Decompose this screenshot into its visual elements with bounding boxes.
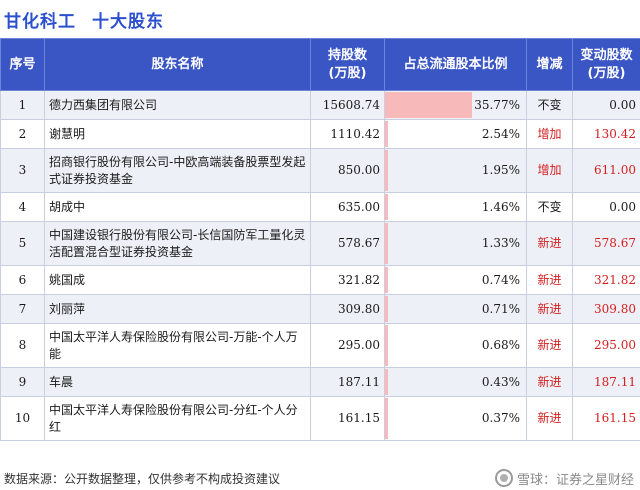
- table-row: 1 德力西集团有限公司 15608.74 35.77% 不变 0.00: [0, 90, 640, 120]
- column-header-shares: 持股数 (万股): [310, 38, 385, 91]
- change-status: 增加: [526, 119, 573, 149]
- shares-held: 15608.74: [310, 90, 385, 120]
- change-shares: 611.00: [572, 148, 640, 193]
- ratio-value: 1.95%: [481, 163, 520, 177]
- row-index: 2: [0, 119, 45, 149]
- shares-held: 850.00: [310, 148, 385, 193]
- table-row: 6 姚国成 321.82 0.74% 新进 321.82: [0, 265, 640, 295]
- ratio-value: 0.37%: [481, 411, 520, 425]
- ratio-cell: 0.68%: [384, 323, 527, 368]
- shareholder-name: 谢慧明: [44, 119, 311, 149]
- shareholder-name: 胡成中: [44, 192, 311, 222]
- change-shares: 161.15: [572, 396, 640, 441]
- table-row: 9 车晨 187.11 0.43% 新进 187.11: [0, 367, 640, 397]
- snowball-icon: [494, 469, 513, 487]
- change-status: 不变: [526, 90, 573, 120]
- data-source-note: 数据来源：公开数据整理，仅供参考不构成投资建议: [4, 471, 281, 486]
- shareholder-name: 车晨: [44, 367, 311, 397]
- ratio-cell: 1.33%: [384, 221, 527, 266]
- shares-held: 321.82: [310, 265, 385, 295]
- ratio-cell: 1.46%: [384, 192, 527, 222]
- change-shares: 0.00: [572, 192, 640, 222]
- shares-held: 161.15: [310, 396, 385, 441]
- change-shares: 295.00: [572, 323, 640, 368]
- company-name: 甘化科工: [4, 11, 76, 32]
- ratio-value: 2.54%: [481, 126, 520, 141]
- change-status: 新进: [526, 367, 573, 397]
- shareholder-table: 序号 股东名称 持股数 (万股) 占总流通股本比例 增减 变动股数 (万股) 1…: [0, 38, 640, 441]
- ratio-value: 1.46%: [481, 199, 520, 214]
- table-row: 4 胡成中 635.00 1.46% 不变 0.00: [0, 192, 640, 222]
- shares-held: 1110.42: [310, 119, 385, 149]
- ratio-cell: 2.54%: [384, 119, 527, 149]
- change-status: 新进: [526, 396, 573, 441]
- shareholder-name: 德力西集团有限公司: [44, 90, 311, 120]
- change-status: 增加: [526, 148, 573, 193]
- table-row: 8 中国太平洋人寿保险股份有限公司-万能-个人万能 295.00 0.68% 新进 295…: [0, 323, 640, 368]
- change-shares: 309.80: [572, 294, 640, 324]
- shareholder-name: 姚国成: [44, 265, 311, 295]
- change-shares: 321.82: [572, 265, 640, 295]
- shares-held: 295.00: [310, 323, 385, 368]
- ratio-value: 0.68%: [481, 338, 520, 352]
- shareholder-name: 招商银行股份有限公司-中欧高端装备股票型发起式证券投资基金: [44, 148, 311, 193]
- brand-label: 雪球：证券之星财经: [516, 472, 634, 488]
- column-header-name: 股东名称: [44, 38, 311, 91]
- column-header-ratio: 占总流通股本比例: [384, 38, 527, 91]
- change-status: 不变: [526, 192, 573, 222]
- row-index: 7: [0, 294, 45, 324]
- change-status: 新进: [526, 221, 573, 266]
- title-bar: 甘化科工 十大股东: [0, 0, 640, 38]
- row-index: 8: [0, 323, 45, 368]
- shares-held: 635.00: [310, 192, 385, 222]
- table-row: 2 谢慧明 1110.42 2.54% 增加 130.42: [0, 119, 640, 149]
- shares-held: 187.11: [310, 367, 385, 397]
- ratio-value: 0.43%: [481, 374, 520, 389]
- row-index: 1: [0, 90, 45, 120]
- change-shares: 578.67: [572, 221, 640, 266]
- row-index: 9: [0, 367, 45, 397]
- row-index: 10: [0, 396, 45, 441]
- ratio-cell: 1.95%: [384, 148, 527, 193]
- footer: 数据来源：公开数据整理，仅供参考不构成投资建议 雪球：证券之星财经: [0, 466, 640, 490]
- column-header-delta: 变动股数 (万股): [572, 38, 640, 91]
- table-row: 5 中国建设银行股份有限公司-长信国防军工量化灵活配置混合型证券投资基金 578.6…: [0, 221, 640, 266]
- brand: 雪球：证券之星财经: [494, 469, 634, 488]
- ratio-value: 1.33%: [481, 236, 520, 250]
- shareholder-name: 刘丽萍: [44, 294, 311, 324]
- ratio-value: 0.71%: [481, 301, 520, 316]
- ratio-cell: 0.43%: [384, 367, 527, 397]
- row-index: 3: [0, 148, 45, 193]
- shareholder-name: 中国太平洋人寿保险股份有限公司-万能-个人万能: [44, 323, 311, 368]
- column-header-change: 增减: [526, 38, 573, 91]
- ratio-cell: 0.37%: [384, 396, 527, 441]
- ratio-value: 35.77%: [474, 97, 520, 112]
- change-shares: 130.42: [572, 119, 640, 149]
- shares-held: 309.80: [310, 294, 385, 324]
- ratio-cell: 0.74%: [384, 265, 527, 295]
- table-header-row: 序号 股东名称 持股数 (万股) 占总流通股本比例 增减 变动股数 (万股): [0, 38, 640, 91]
- change-status: 新进: [526, 294, 573, 324]
- shares-held: 578.67: [310, 221, 385, 266]
- change-shares: 0.00: [572, 90, 640, 120]
- change-status: 新进: [526, 265, 573, 295]
- row-index: 6: [0, 265, 45, 295]
- ratio-value: 0.74%: [481, 272, 520, 287]
- ratio-cell: 0.71%: [384, 294, 527, 324]
- page-title: 十大股东: [92, 11, 164, 32]
- shareholder-name: 中国建设银行股份有限公司-长信国防军工量化灵活配置混合型证券投资基金: [44, 221, 311, 266]
- table-row: 3 招商银行股份有限公司-中欧高端装备股票型发起式证券投资基金 850.00 1.95…: [0, 148, 640, 193]
- change-shares: 187.11: [572, 367, 640, 397]
- row-index: 4: [0, 192, 45, 222]
- table-row: 7 刘丽萍 309.80 0.71% 新进 309.80: [0, 294, 640, 324]
- ratio-cell: 35.77%: [384, 90, 527, 120]
- shareholder-name: 中国太平洋人寿保险股份有限公司-分红-个人分红: [44, 396, 311, 441]
- column-header-index: 序号: [0, 38, 45, 91]
- row-index: 5: [0, 221, 45, 266]
- table-row: 10 中国太平洋人寿保险股份有限公司-分红-个人分红 161.15 0.37% 新进 16…: [0, 396, 640, 441]
- change-status: 新进: [526, 323, 573, 368]
